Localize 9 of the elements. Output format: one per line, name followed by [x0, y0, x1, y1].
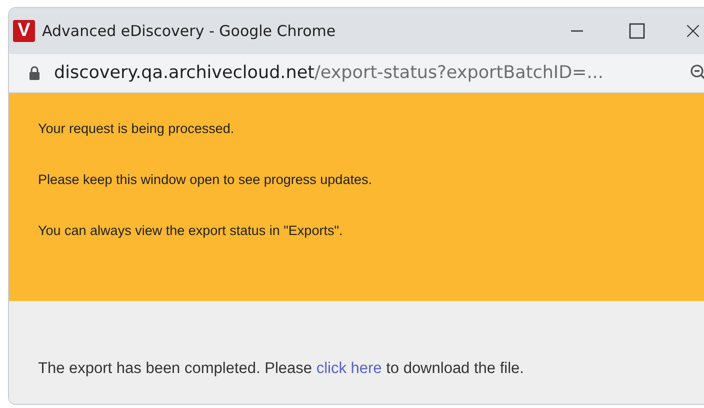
notice-text: Your request is being processed. — [38, 121, 234, 136]
notice-text: Please keep this window open to see progress updates. — [38, 172, 372, 187]
zoom-icon[interactable] — [690, 64, 704, 82]
window-title: Advanced eDiscovery - Google Chrome — [42, 22, 337, 40]
lock-icon[interactable] — [29, 66, 40, 80]
notice-text: You can always view the export status in "Exports". — [38, 223, 343, 238]
app-logo: V — [13, 20, 35, 42]
completion-message: The export has been completed. Please click here to download the file. — [38, 360, 524, 377]
download-link[interactable]: click here — [316, 360, 382, 377]
